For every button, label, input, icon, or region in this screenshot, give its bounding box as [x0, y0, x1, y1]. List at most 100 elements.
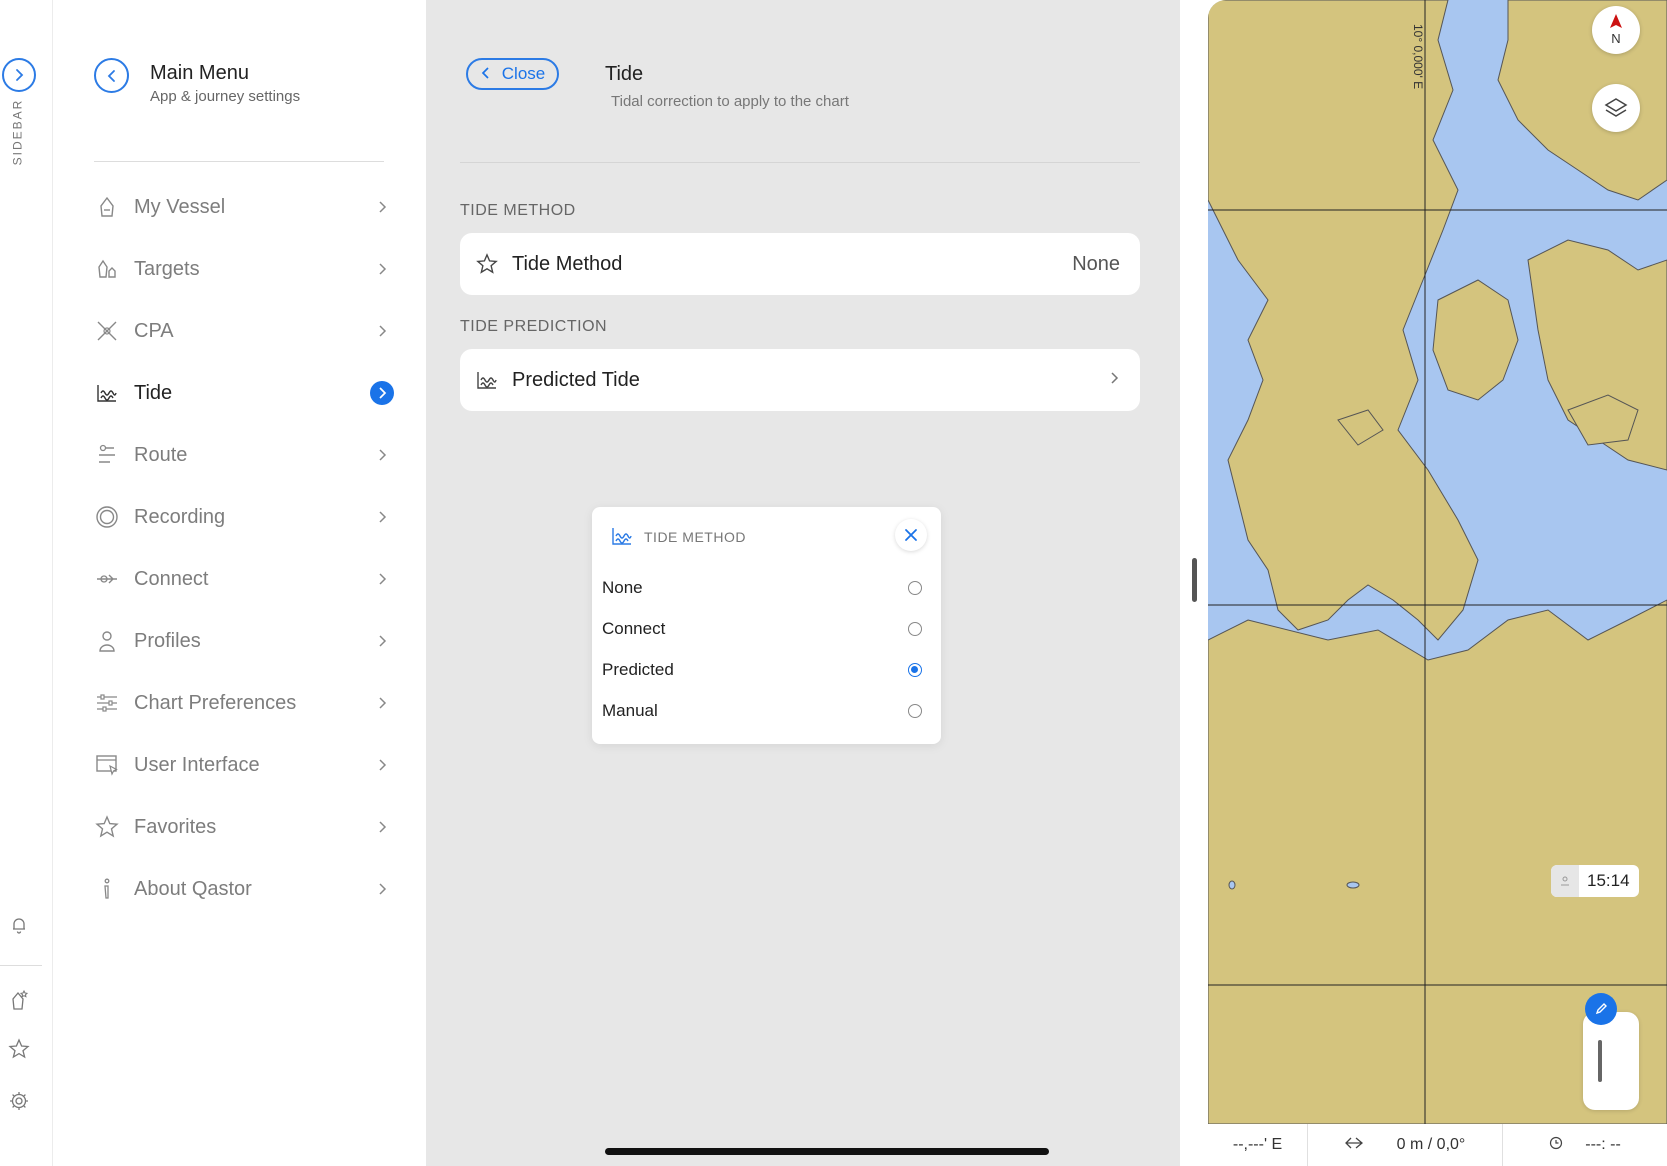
option-none[interactable]: None	[602, 569, 922, 607]
layers-icon	[1604, 98, 1628, 117]
option-connect[interactable]: Connect	[602, 610, 922, 648]
favorites-shortcut-button[interactable]	[2, 1032, 36, 1066]
popup-close-button[interactable]	[895, 519, 927, 551]
chevron-right-icon	[370, 443, 394, 467]
menu-item-label: Tide	[134, 381, 173, 404]
land-mass	[1497, 0, 1667, 201]
radio-none[interactable]	[908, 581, 922, 595]
menu-item-connect[interactable]: Connect	[94, 554, 394, 604]
predicted-tide-row[interactable]: Predicted Tide	[460, 349, 1140, 411]
radio-connect[interactable]	[908, 622, 922, 636]
menu-item-profiles[interactable]: Profiles	[94, 616, 394, 666]
close-button[interactable]: Close	[466, 58, 559, 90]
bell-icon	[13, 918, 25, 934]
menu-item-route[interactable]: Route	[94, 430, 394, 480]
sidebar-rail: SIDEBAR	[0, 0, 53, 1166]
menu-item-label: Profiles	[134, 629, 201, 652]
menu-item-label: About Qastor	[134, 877, 252, 900]
chevron-left-icon	[480, 64, 492, 84]
tide-icon	[610, 524, 634, 553]
longitude-label: 10° 0,000' E	[1411, 24, 1425, 90]
radio-predicted[interactable]	[908, 663, 922, 677]
tide-icon	[474, 367, 500, 393]
chevron-right-icon	[370, 815, 394, 839]
bottom-drawer-handle[interactable]	[1583, 1012, 1639, 1110]
menu-item-chart-preferences[interactable]: Chart Preferences	[94, 678, 394, 728]
menu-item-label: Targets	[134, 257, 200, 280]
route-icon	[94, 442, 120, 468]
tide-method-row[interactable]: Tide Method None	[460, 233, 1140, 295]
status-bar: --,---' E 0 m / 0,0° ---: --	[1208, 1124, 1667, 1166]
menu-item-targets[interactable]: Targets	[94, 244, 394, 294]
settings-button[interactable]	[2, 1084, 36, 1118]
land-mass	[1432, 279, 1519, 401]
tide-method-value: None	[1072, 252, 1120, 275]
home-indicator	[605, 1148, 1049, 1155]
menu-item-label: Favorites	[134, 815, 217, 838]
chevron-right-icon	[16, 69, 24, 81]
tide-gauge-icon	[1551, 865, 1579, 897]
chart-map[interactable]: 10° 0,000' E N 15:14 --,---' E 0 m / 0,0…	[1208, 0, 1667, 1166]
vessel-shortcut-button[interactable]	[2, 983, 36, 1017]
vessel-star-icon	[12, 989, 29, 1010]
menu-divider	[94, 161, 384, 162]
island	[1346, 881, 1360, 889]
position-readout: --,---' E	[1232, 1136, 1283, 1153]
gear-icon	[10, 1092, 28, 1110]
option-predicted[interactable]: Predicted	[602, 651, 922, 689]
menu-back-button[interactable]	[94, 58, 129, 93]
predicted-tide-label: Predicted Tide	[512, 368, 640, 391]
chevron-left-icon	[107, 69, 115, 82]
eta-cell: ---: --	[1503, 1124, 1667, 1166]
menu-item-label: Connect	[134, 567, 209, 590]
menu-item-cpa[interactable]: CPA	[94, 306, 394, 356]
option-label: None	[602, 578, 643, 597]
tide-time-badge[interactable]: 15:14	[1551, 865, 1639, 897]
eta-readout: ---: --	[1585, 1136, 1621, 1153]
compass-arrow-icon	[1610, 14, 1622, 28]
chevron-right-icon	[370, 877, 394, 901]
menu-item-user-interface[interactable]: User Interface	[94, 740, 394, 790]
menu-item-label: User Interface	[134, 753, 260, 776]
chevron-right-icon	[370, 753, 394, 777]
chevron-right-icon	[370, 629, 394, 653]
chevron-right-icon	[370, 505, 394, 529]
star-icon	[8, 1038, 30, 1059]
chevron-right-icon	[1108, 371, 1120, 389]
menu-item-tide[interactable]: Tide	[94, 368, 394, 418]
chevron-right-icon	[370, 195, 394, 219]
menu-item-favorites[interactable]: Favorites	[94, 802, 394, 852]
info-icon	[94, 876, 120, 902]
connect-icon	[94, 566, 120, 592]
notifications-button[interactable]	[2, 908, 36, 942]
position-cell: --,---' E	[1208, 1124, 1308, 1166]
star-icon	[94, 814, 120, 840]
panel-divider	[460, 162, 1140, 163]
clock-icon	[1549, 1136, 1563, 1155]
option-manual[interactable]: Manual	[602, 692, 922, 730]
menu-item-about[interactable]: About Qastor	[94, 864, 394, 914]
sidebar-toggle-button[interactable]	[2, 58, 36, 92]
targets-icon	[94, 256, 120, 282]
menu-item-label: Chart Preferences	[134, 691, 297, 714]
main-menu: Main Menu App & journey settings My Vess…	[54, 0, 426, 1166]
panel-resize-handle[interactable]	[1192, 558, 1197, 602]
menu-item-my-vessel[interactable]: My Vessel	[94, 182, 394, 232]
compass-button[interactable]: N	[1592, 6, 1640, 54]
chevron-right-icon	[370, 381, 394, 405]
popup-title: TIDE METHOD	[644, 529, 746, 545]
speed-course-readout: 0 m / 0,0°	[1396, 1136, 1466, 1153]
menu-item-recording[interactable]: Recording	[94, 492, 394, 542]
chevron-right-icon	[370, 567, 394, 591]
radio-manual[interactable]	[908, 704, 922, 718]
lake	[1228, 880, 1236, 890]
close-icon	[905, 529, 917, 541]
menu-item-label: CPA	[134, 319, 174, 342]
chevron-right-icon	[370, 257, 394, 281]
layers-button[interactable]	[1592, 84, 1640, 132]
edit-button[interactable]	[1585, 993, 1617, 1025]
menu-title: Main Menu	[150, 62, 249, 84]
menu-item-label: Route	[134, 443, 188, 466]
course-arrow-icon	[1344, 1136, 1363, 1155]
option-label: Manual	[602, 701, 658, 720]
